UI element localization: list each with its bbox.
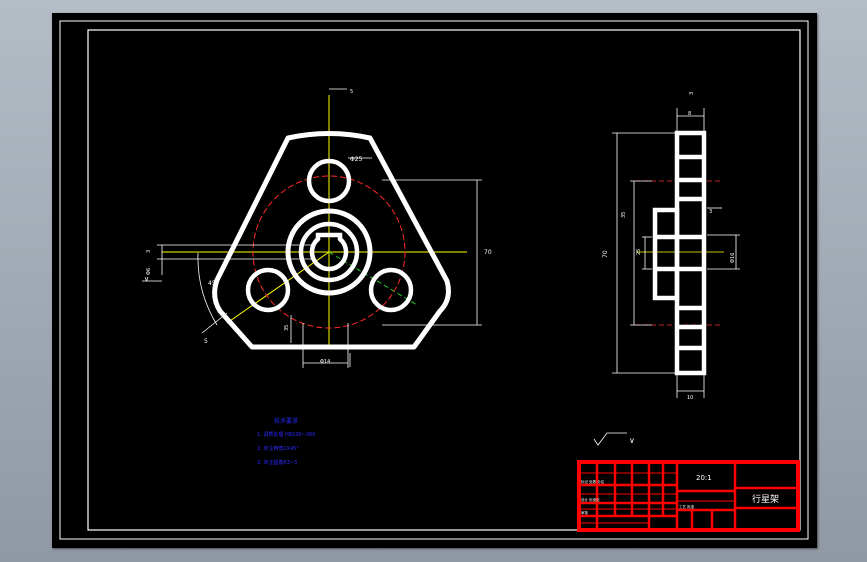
title-block-row-3: 审核 [581,510,589,515]
height-dimension: 70 [484,249,492,256]
bore-dimension: Φ14 [320,359,330,365]
keyway-dimension: 3 [146,250,152,253]
tech-item-3: 3. 未注圆角R3~5 [257,459,297,466]
title-block-scale: 20:1 [696,474,712,482]
hole-dimension: Φ25 [350,156,363,163]
side-bottom-dimension: 10 [687,395,693,401]
title-block-part-name: 行星架 [752,493,779,505]
angle-dimension: 45° [208,280,219,287]
side-view: 70 35 25 8 10 3 Φ16 3 [602,92,740,401]
drawing-sheet: 5 Φ25 70 3 Φ6 Φ14 45° 5 35 ∨ 70 35 25 8 … [52,13,817,548]
side-dia-dimension: Φ16 [730,253,736,263]
technical-requirements: 技术要求 1. 调质处理 HB230~260 2. 未注倒角1X45° 3. 未… [257,417,315,466]
front-view: 5 Φ25 70 3 Φ6 Φ14 45° 5 35 ∨ [142,88,492,368]
roughness-symbol-front: ∨ [144,275,149,283]
side-hub-dimension: 25 [636,249,642,255]
side-section-mark: 3 [689,92,695,95]
side-height-dimension: 70 [602,250,609,258]
tech-title: 技术要求 [274,417,298,425]
title-block-row-1: 标记 处数 分区 [581,479,605,484]
planet-hole-right [368,267,414,313]
tech-item-1: 1. 调质处理 HB230~260 [257,431,315,438]
center-dimension: 35 [284,325,290,331]
carrier-outline [212,131,451,350]
cad-drawing: 5 Φ25 70 3 Φ6 Φ14 45° 5 35 ∨ 70 35 25 8 … [59,20,809,540]
section-mark-top: 5 [350,89,353,95]
side-outline [652,130,707,376]
planet-hole-left [245,267,291,313]
tech-item-2: 2. 未注倒角1X45° [257,445,299,452]
side-inner-dimension: 35 [621,212,627,218]
side-top-dimension: 8 [688,111,691,117]
title-block-row-2: 设计 标准化 [581,497,600,502]
side-slot-dimension: 3 [709,209,712,215]
groove-dimension: Φ6 [146,268,152,275]
title-block: 20:1 行星架 标记 处数 分区 设计 标准化 审核 工艺 批准 [577,460,800,532]
roughness-note: ∨ [593,432,635,446]
section-mark-bottom: 5 [204,338,208,345]
title-block-row-4: 工艺 批准 [679,504,695,509]
roughness-symbol: ∨ [629,436,635,445]
